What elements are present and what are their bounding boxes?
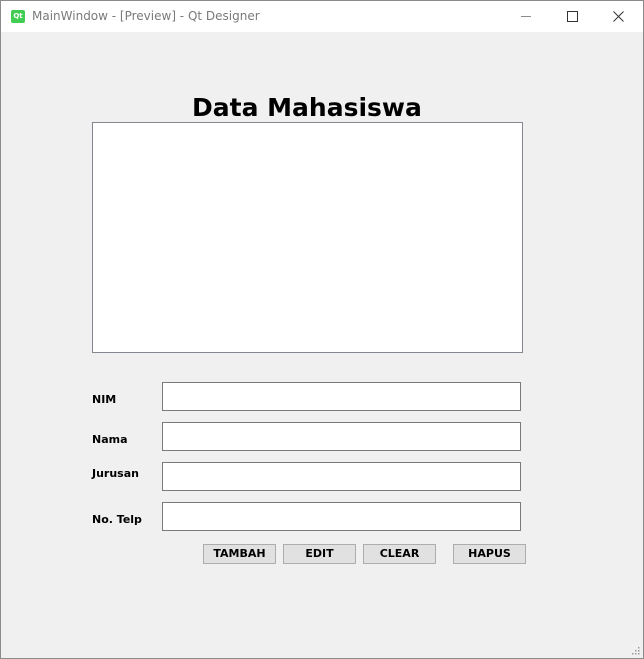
nim-input[interactable] [162,382,521,411]
edit-button[interactable]: EDIT [283,544,356,564]
nama-label: Nama [92,433,128,446]
size-grip-icon[interactable] [631,646,640,655]
qt-app-icon: Qt [11,10,25,23]
jurusan-input[interactable] [162,462,521,491]
clear-button[interactable]: CLEAR [363,544,436,564]
window-title: MainWindow - [Preview] - Qt Designer [32,9,260,23]
no-telp-label: No. Telp [92,513,142,526]
title-bar[interactable]: Qt MainWindow - [Preview] - Qt Designer [1,1,643,32]
nim-label: NIM [92,393,117,406]
page-title: Data Mahasiswa [192,93,422,122]
data-table[interactable] [92,122,523,353]
close-button[interactable] [595,1,641,32]
minimize-icon [521,16,531,17]
minimize-button[interactable] [503,1,549,32]
nama-input[interactable] [162,422,521,451]
no-telp-input[interactable] [162,502,521,531]
tambah-button[interactable]: TAMBAH [203,544,276,564]
close-icon [613,11,624,22]
maximize-button[interactable] [549,1,595,32]
maximize-icon [567,11,578,22]
hapus-button[interactable]: HAPUS [453,544,526,564]
jurusan-label: Jurusan [92,467,139,480]
main-window: Qt MainWindow - [Preview] - Qt Designer … [0,0,644,659]
